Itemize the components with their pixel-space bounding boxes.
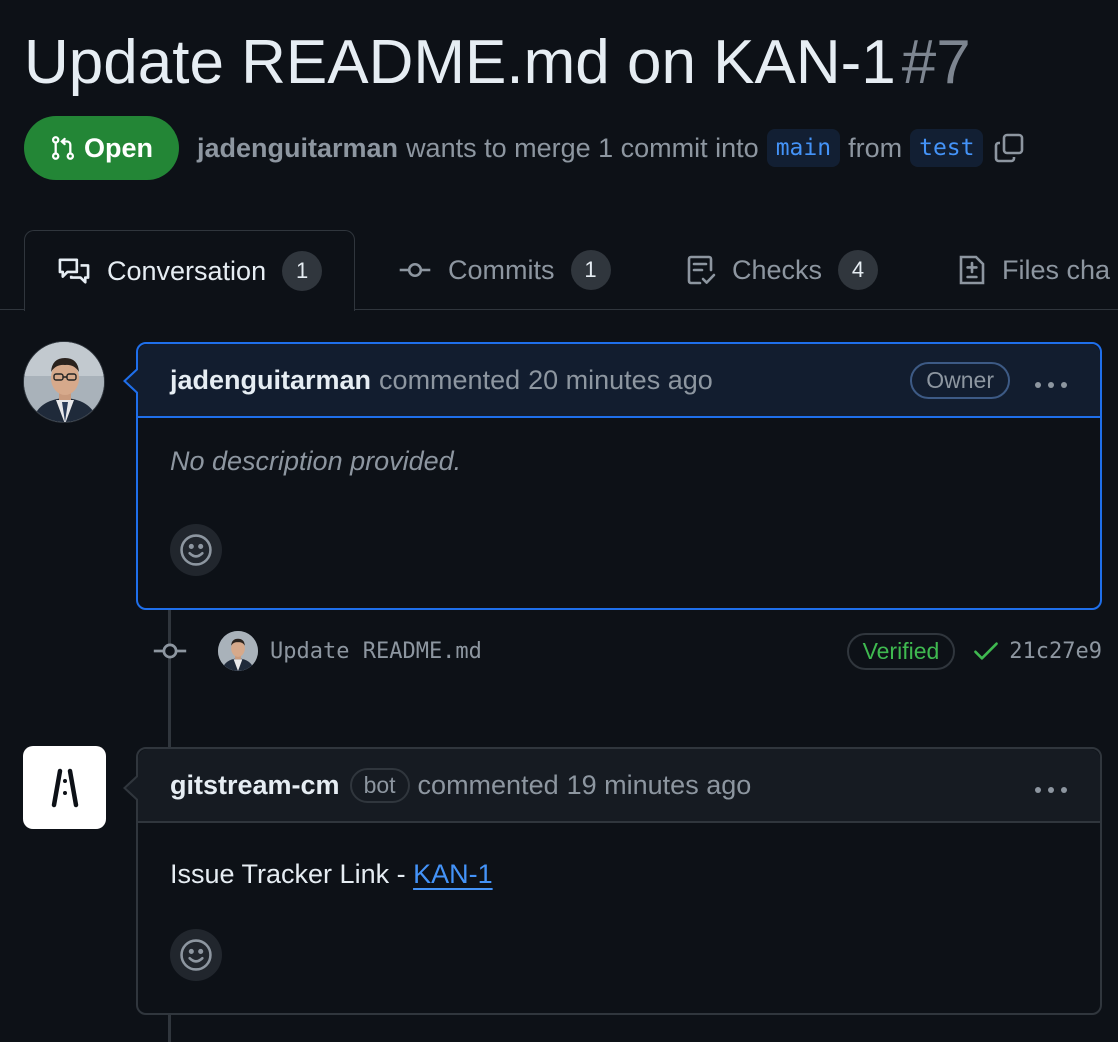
- verified-badge[interactable]: Verified: [846, 632, 956, 670]
- tab-checks[interactable]: Checks 4: [686, 230, 879, 310]
- pr-title: Update README.md on KAN-1#7: [24, 24, 971, 102]
- checklist-icon: [686, 254, 716, 286]
- check-icon[interactable]: [973, 640, 999, 662]
- comment-card: jadenguitarman commented 20 minutes ago …: [123, 342, 1102, 610]
- state-badge: Open: [24, 116, 180, 180]
- tab-files-changed[interactable]: Files cha: [958, 230, 1110, 310]
- owner-badge: Owner: [910, 361, 1010, 399]
- comment-action: commented: [417, 769, 559, 800]
- pr-author-link[interactable]: jadenguitarman: [197, 133, 398, 164]
- pr-meta: Open jadenguitarman wants to merge 1 com…: [24, 116, 1025, 180]
- comment-author[interactable]: jadenguitarman: [170, 365, 371, 396]
- add-reaction-button[interactable]: [170, 929, 222, 981]
- file-diff-icon: [958, 254, 986, 286]
- comment-author[interactable]: gitstream-cm: [170, 770, 340, 801]
- gitstream-logo-icon[interactable]: [23, 746, 106, 829]
- comment-caret-fill: [126, 368, 140, 394]
- copy-icon[interactable]: [993, 132, 1025, 164]
- base-branch[interactable]: main: [766, 129, 841, 167]
- comment-header: gitstream-cm bot commented 19 minutes ag…: [138, 749, 1100, 823]
- git-pull-request-icon: [50, 134, 76, 162]
- pr-tabs: Conversation 1 Commits 1 Checks 4 Files …: [0, 230, 1118, 311]
- commit-sha-link[interactable]: 21c27e9: [1009, 639, 1102, 664]
- smiley-icon: [179, 938, 213, 972]
- commit-icon: [398, 260, 432, 280]
- tab-counter: 1: [570, 250, 611, 290]
- kebab-horizontal-icon[interactable]: [1034, 768, 1068, 802]
- state-label: Open: [84, 132, 154, 163]
- comment-card: gitstream-cm bot commented 19 minutes ag…: [123, 747, 1102, 1015]
- conversation-icon: [57, 256, 91, 286]
- add-reaction-button[interactable]: [170, 524, 222, 576]
- pr-number: #7: [901, 28, 971, 97]
- comment-action: commented: [379, 364, 521, 395]
- pr-title-text: Update README.md on KAN-1: [24, 28, 896, 97]
- smiley-icon: [179, 533, 213, 567]
- tab-label: Checks: [732, 254, 823, 285]
- comment-text: Issue Tracker Link -: [170, 859, 414, 889]
- tab-counter: 1: [282, 251, 323, 291]
- issue-tracker-link[interactable]: KAN-1: [413, 859, 493, 889]
- comment-header: jadenguitarman commented 20 minutes ago …: [138, 344, 1100, 418]
- commit-icon: [150, 641, 190, 661]
- tab-label: Commits: [448, 254, 555, 285]
- tab-label: Conversation: [107, 255, 267, 286]
- tab-conversation[interactable]: Conversation 1: [24, 230, 356, 311]
- merge-text: wants to merge 1 commit into: [406, 132, 759, 163]
- avatar[interactable]: [218, 631, 258, 671]
- timeline-commit: Update README.md Verified 21c27e9: [150, 626, 1102, 676]
- comment-caret-fill: [126, 775, 140, 801]
- from-text: from: [848, 132, 903, 163]
- comment-time[interactable]: 19 minutes ago: [567, 770, 752, 801]
- head-branch[interactable]: test: [910, 129, 984, 167]
- kebab-horizontal-icon[interactable]: [1034, 363, 1068, 397]
- tab-label: Files cha: [1002, 254, 1111, 285]
- tab-counter: 4: [838, 250, 879, 290]
- avatar[interactable]: [23, 341, 105, 423]
- tab-commits[interactable]: Commits 1: [398, 230, 611, 310]
- commit-message-link[interactable]: Update README.md: [270, 639, 482, 664]
- no-description-text: No description provided.: [170, 446, 462, 476]
- comment-body: Issue Tracker Link - KAN-1: [138, 823, 1100, 890]
- comment-time[interactable]: 20 minutes ago: [528, 365, 713, 396]
- comment-body: No description provided.: [138, 418, 1100, 477]
- bot-badge: bot: [349, 767, 410, 803]
